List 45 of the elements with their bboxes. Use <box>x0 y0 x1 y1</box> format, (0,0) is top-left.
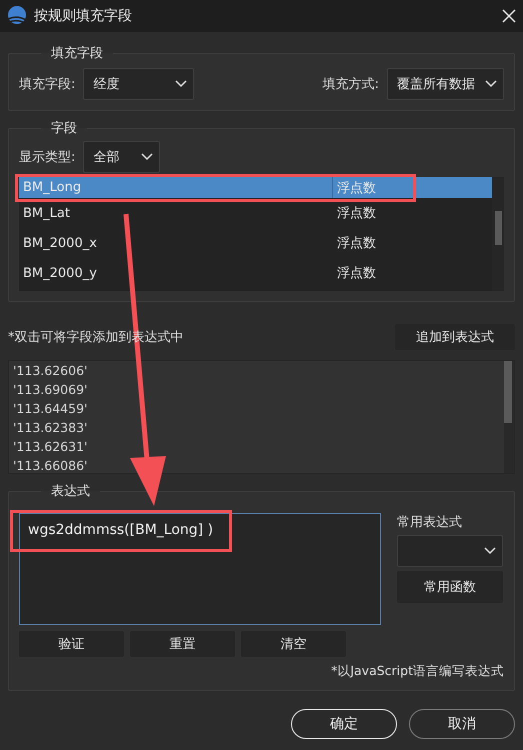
chevron-down-icon <box>175 80 188 88</box>
ok-button[interactable]: 确定 <box>291 709 397 739</box>
table-cell-text: BM_Lat <box>22 204 71 222</box>
field-label: 填充字段: <box>19 76 76 93</box>
value-item[interactable]: '113.62383' <box>13 418 500 437</box>
dropdown[interactable]: 覆盖所有数据 <box>387 68 504 100</box>
table-cell: BM_Long <box>19 177 333 198</box>
cancel-button[interactable]: 取消 <box>409 709 515 739</box>
value-item[interactable]: '113.64459' <box>13 399 500 418</box>
table-cell-text: 浮点数 <box>336 265 377 283</box>
table-cell-text: BM_2000_x <box>22 234 98 252</box>
table-cell-text: BM_2000_y <box>22 264 98 282</box>
expression-field[interactable]: wgs2ddmmss([BM_Long] ) <box>19 513 381 625</box>
field-label: 填充方式: <box>322 76 379 93</box>
group-title: 表达式 <box>50 483 91 500</box>
chevron-down-icon <box>484 547 496 555</box>
common-expression-label: 常用表达式 <box>397 514 463 531</box>
field-label: 显示类型: <box>19 149 76 166</box>
action-button[interactable]: 重置 <box>130 631 235 657</box>
scrollbar[interactable] <box>504 361 514 473</box>
chevron-down-icon <box>485 80 497 88</box>
add-to-expression-button[interactable]: 追加到表达式 <box>395 324 515 350</box>
dropdown[interactable]: 经度 <box>83 68 194 100</box>
table-cell-text: 浮点数 <box>336 235 377 253</box>
action-button[interactable]: 清空 <box>241 631 346 657</box>
note-text: *以JavaScript语言编写表达式 <box>331 663 504 680</box>
value-item[interactable]: '113.62606' <box>13 361 500 380</box>
window-title: 按规则填充字段 <box>34 7 133 25</box>
chevron-down-icon <box>141 153 154 161</box>
table-cell-text: 浮点数 <box>336 205 377 223</box>
app-logo-icon <box>6 5 28 27</box>
value-item[interactable]: '113.66086' <box>13 456 500 473</box>
table-row[interactable]: BM_Lat 浮点数 <box>19 198 492 228</box>
group-title: 字段 <box>50 120 78 137</box>
action-button[interactable]: 验证 <box>19 631 124 657</box>
close-icon[interactable] <box>501 8 517 24</box>
value-item[interactable]: '113.69069' <box>13 380 500 399</box>
dropdown[interactable]: 全部 <box>83 141 160 173</box>
table-row[interactable]: BM_2000_x 浮点数 <box>19 228 492 258</box>
table-row[interactable]: BM_2000_y 浮点数 <box>19 258 492 288</box>
group-title: 填充字段 <box>50 45 104 62</box>
dropdown[interactable] <box>397 535 503 567</box>
common-functions-button[interactable]: 常用函数 <box>397 571 503 603</box>
value-item[interactable]: '113.62631' <box>13 437 500 456</box>
table-cell-text: 浮点数 <box>336 180 377 198</box>
